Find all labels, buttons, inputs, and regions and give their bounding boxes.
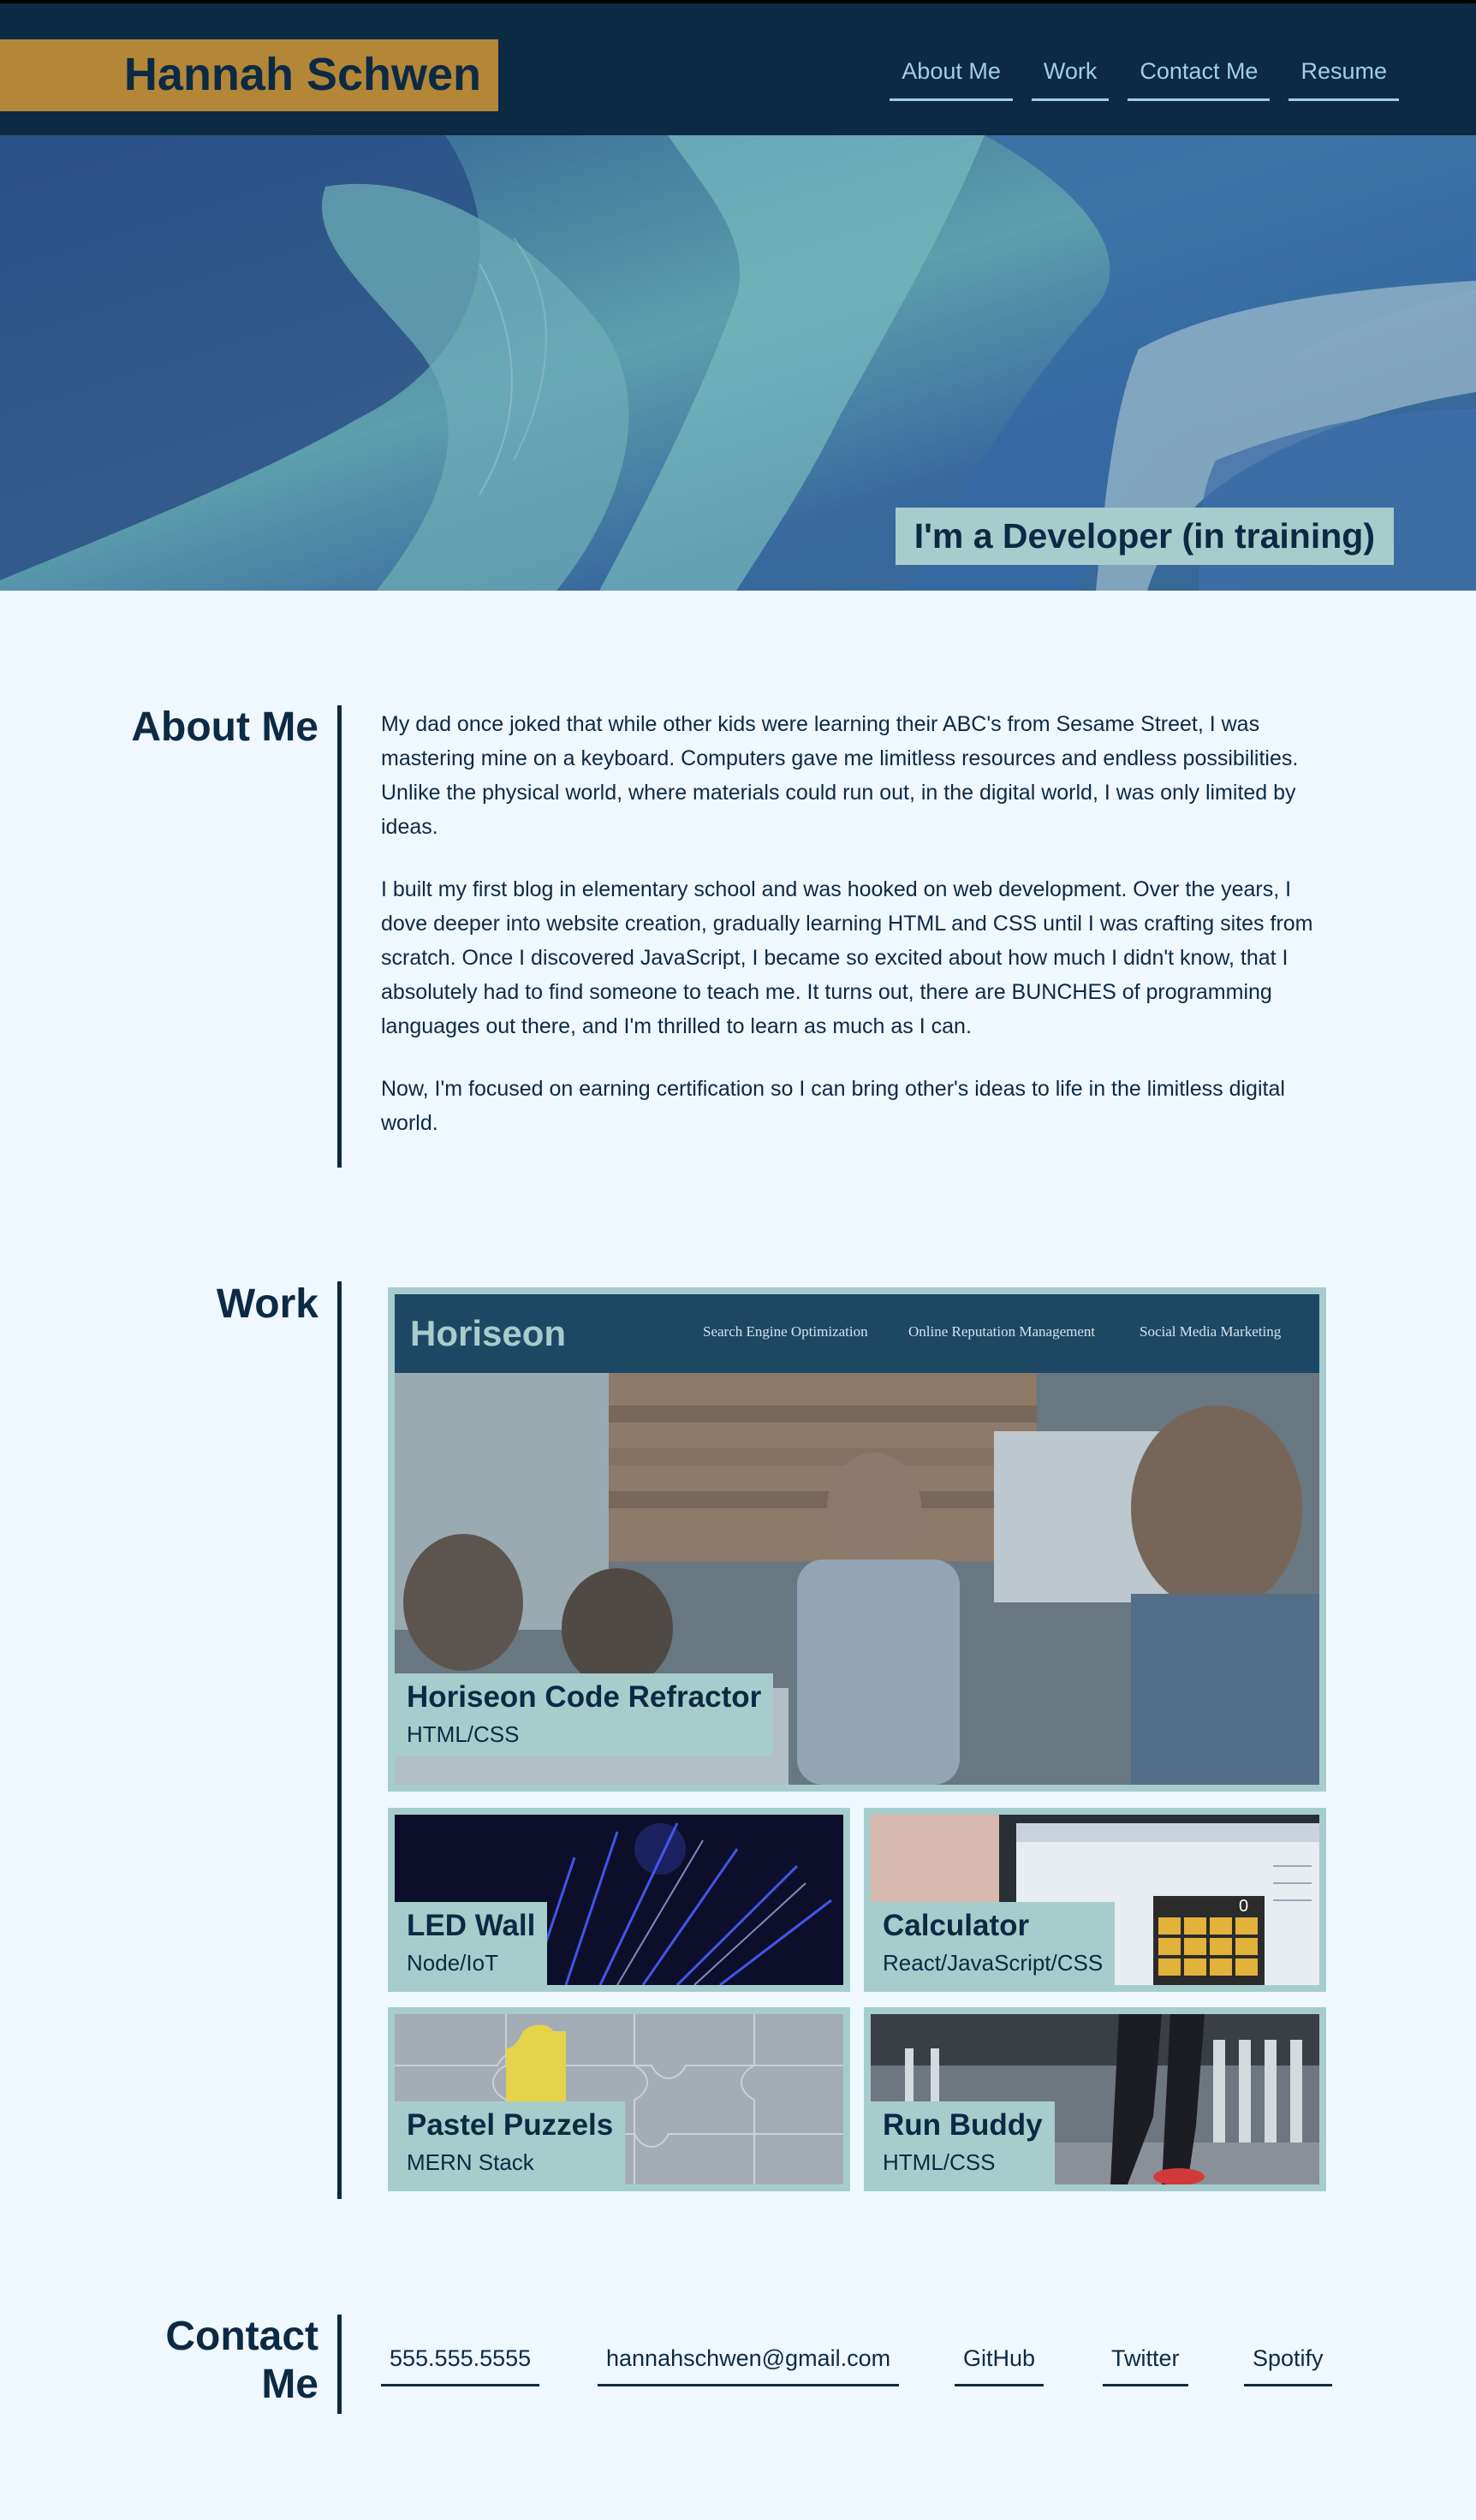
project-title: Pastel Puzzels — [407, 2108, 614, 2142]
contact-twitter-link[interactable]: Twitter — [1103, 2345, 1188, 2386]
contact-github-link[interactable]: GitHub — [955, 2345, 1045, 2386]
puzzle-image: Pastel Puzzels MERN Stack — [395, 2014, 843, 2184]
about-paragraph: I built my first blog in elementary scho… — [381, 877, 1313, 1038]
project-tech: HTML/CSS — [407, 1721, 520, 1747]
contact-spotify-link[interactable]: Spotify — [1244, 2345, 1332, 2386]
project-label: Horiseon Code Refractor HTML/CSS — [395, 1673, 774, 1756]
horiseon-nav-item: Online Reputation Management — [908, 1323, 1096, 1340]
project-tech: Node/IoT — [407, 1950, 498, 1976]
about-text: My dad once joked that while other kids … — [381, 707, 1330, 1168]
contact-title: Contact Me — [165, 2314, 318, 2407]
about-divider — [337, 705, 342, 1168]
project-title: Run Buddy — [883, 2108, 1043, 2142]
horiseon-nav-item: Social Media Marketing — [1140, 1323, 1282, 1340]
project-card-calculator[interactable]: 0 Calculator React/JavaScript/CSS — [864, 1808, 1326, 1992]
contact-divider — [337, 2315, 342, 2414]
project-tech: React/JavaScript/CSS — [883, 1950, 1104, 1976]
horiseon-nav-item: Search Engine Optimization — [703, 1323, 868, 1340]
hero-tagline: I'm a Developer (in training) — [895, 508, 1394, 565]
project-card-pastel-puzzels[interactable]: Pastel Puzzels MERN Stack — [388, 2007, 850, 2191]
project-title: LED Wall — [407, 1909, 536, 1942]
about-paragraph: Now, I'm focused on earning certificatio… — [381, 1077, 1285, 1135]
project-card-horiseon[interactable]: Horiseon Search Engine Optimization Onli… — [388, 1287, 1326, 1792]
work-title: Work — [216, 1281, 318, 1327]
brand-block: Hannah Schwen — [0, 39, 498, 111]
project-title: Calculator — [883, 1909, 1030, 1942]
nav-link-contact[interactable]: Contact Me — [1128, 55, 1271, 101]
project-label: Run Buddy HTML/CSS — [871, 2101, 1055, 2184]
project-tech: HTML/CSS — [883, 2149, 996, 2175]
led-wall-image: LED Wall Node/IoT — [395, 1815, 843, 1985]
horiseon-navbar: Horiseon Search Engine Optimization Onli… — [395, 1294, 1319, 1373]
project-label: Pastel Puzzels MERN Stack — [395, 2101, 626, 2184]
site-title[interactable]: Hannah Schwen — [124, 48, 481, 101]
site-header: Hannah Schwen About Me Work Contact Me R… — [0, 0, 1476, 135]
calculator-display: 0 — [1239, 1897, 1249, 1916]
contact-phone-link[interactable]: 555.555.5555 — [381, 2345, 540, 2386]
project-label: Calculator React/JavaScript/CSS — [871, 1902, 1116, 1985]
about-title: About Me — [131, 704, 318, 750]
run-buddy-image: Run Buddy HTML/CSS — [871, 2014, 1319, 2184]
main-nav: About Me Work Contact Me Resume — [890, 55, 1399, 101]
nav-link-resume[interactable]: Resume — [1289, 55, 1399, 101]
nav-link-about[interactable]: About Me — [890, 55, 1013, 101]
project-card-led-wall[interactable]: LED Wall Node/IoT — [388, 1808, 850, 1992]
project-card-run-buddy[interactable]: Run Buddy HTML/CSS — [864, 2007, 1326, 2191]
about-paragraph: My dad once joked that while other kids … — [381, 712, 1299, 839]
horiseon-logo: Horiseon — [410, 1313, 567, 1353]
horiseon-screenshot: Horiseon Search Engine Optimization Onli… — [395, 1294, 1319, 1785]
nav-link-work[interactable]: Work — [1031, 55, 1110, 101]
project-tech: MERN Stack — [407, 2149, 534, 2175]
work-divider — [337, 1281, 342, 2199]
hero-banner: I'm a Developer (in training) — [0, 135, 1476, 591]
calculator-image: 0 Calculator React/JavaScript/CSS — [871, 1815, 1319, 1985]
project-title: Horiseon Code Refractor — [407, 1680, 762, 1714]
contact-email-link[interactable]: hannahschwen@gmail.com — [598, 2345, 900, 2386]
project-label: LED Wall Node/IoT — [395, 1902, 548, 1985]
